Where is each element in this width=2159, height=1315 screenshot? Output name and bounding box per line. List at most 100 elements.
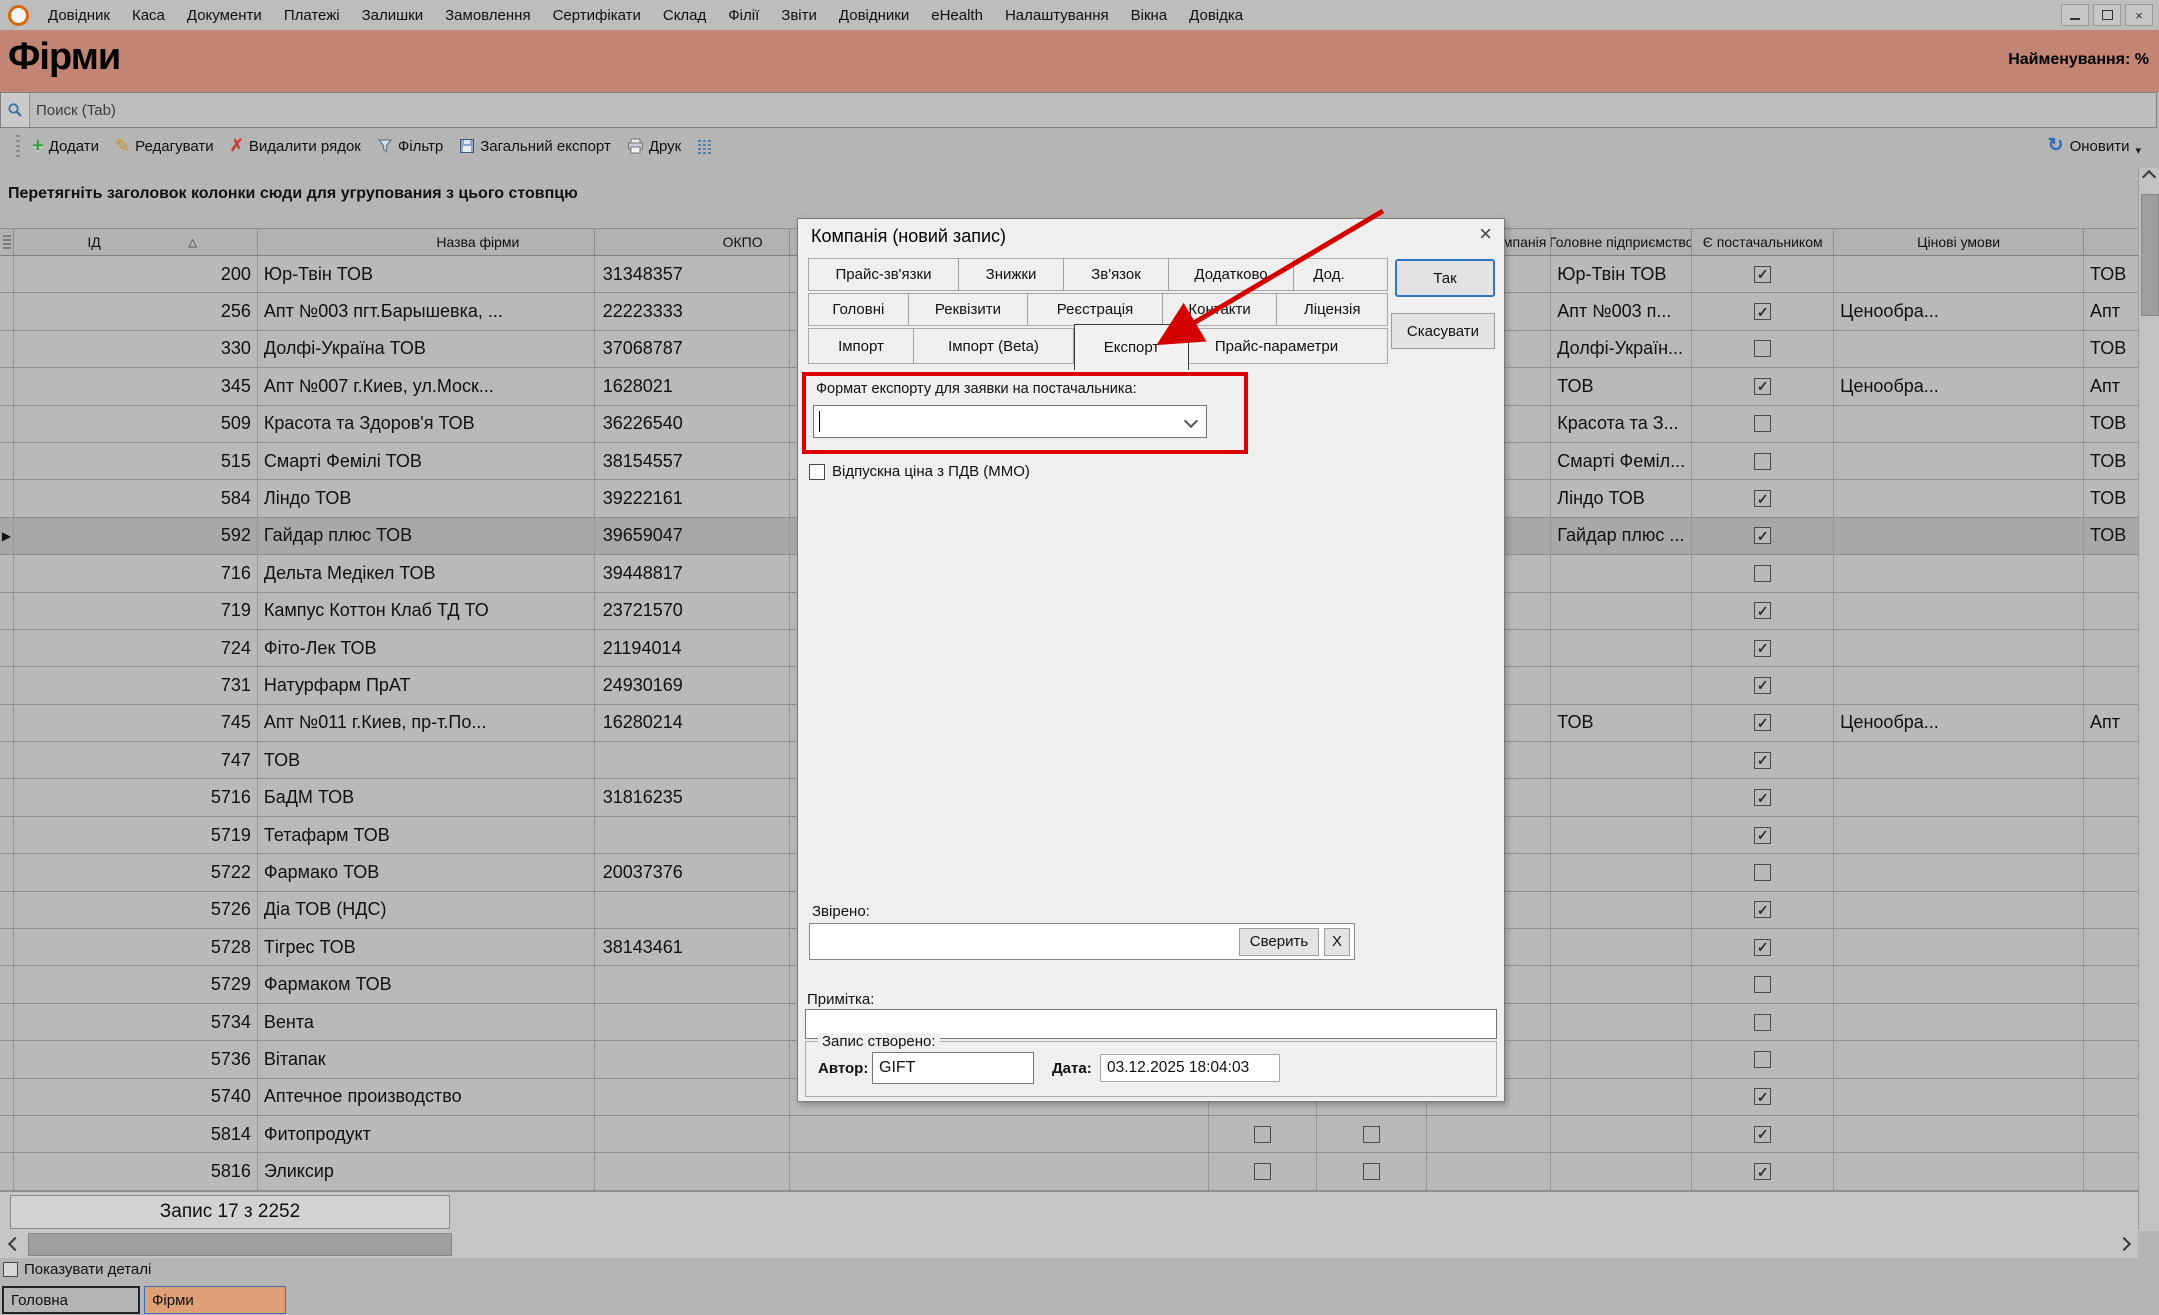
cell-id[interactable]: 584 [14, 480, 258, 517]
cell-parent[interactable]: Юр-Твін ТОВ [1551, 256, 1692, 293]
cell-okpo[interactable]: 38143461 [595, 929, 790, 966]
cell-okpo[interactable]: 38154557 [595, 443, 790, 480]
cell-ind[interactable] [0, 1041, 14, 1078]
dialog-tab-знижки[interactable]: Знижки [959, 259, 1064, 290]
menu-item[interactable]: Довідники [828, 5, 920, 26]
cell-supplier[interactable]: ✓ [1692, 518, 1834, 555]
cell-parent[interactable]: Ліндо ТОВ [1551, 480, 1692, 517]
cell-okpo[interactable]: 36226540 [595, 406, 790, 443]
cell-price_terms[interactable] [1834, 480, 2084, 517]
cell-name[interactable]: Красота та Здоров'я ТОВ [258, 406, 595, 443]
cell-name[interactable]: Аптечное производство [258, 1079, 595, 1116]
column-header-ind[interactable] [0, 228, 14, 256]
cell-parent[interactable] [1551, 854, 1692, 891]
cell-ind[interactable] [0, 817, 14, 854]
search-icon-button[interactable] [1, 93, 30, 127]
cell-name[interactable]: Тетафарм ТОВ [258, 817, 595, 854]
delete-row-button[interactable]: ✗ Видалити рядок [230, 136, 361, 156]
cell-supplier[interactable]: ✓ [1692, 705, 1834, 742]
cell-supplier[interactable]: ✓ [1692, 593, 1834, 630]
cell-price_terms[interactable] [1834, 443, 2084, 480]
cell-parent[interactable]: ТОВ [1551, 368, 1692, 405]
tab-firmy[interactable]: Фірми [144, 1286, 286, 1314]
cell-okpo[interactable] [595, 966, 790, 1003]
cell-checkbox[interactable] [1254, 1163, 1271, 1180]
cell-name[interactable]: Дельта Медікел ТОВ [258, 555, 595, 592]
cell-chk_a[interactable] [1209, 1116, 1317, 1153]
cell-id[interactable]: 745 [14, 705, 258, 742]
cell-parent[interactable]: Смарті Феміл... [1551, 443, 1692, 480]
cell-checkbox[interactable]: ✓ [1754, 1163, 1771, 1180]
ok-button[interactable]: Так [1395, 259, 1495, 297]
cell-supplier[interactable]: ✓ [1692, 293, 1834, 330]
menu-item[interactable]: Філії [717, 5, 770, 26]
cell-okpo[interactable]: 24930169 [595, 667, 790, 704]
cell-price_terms[interactable] [1834, 929, 2084, 966]
cell-okpo[interactable] [595, 892, 790, 929]
cell-okpo[interactable]: 31816235 [595, 779, 790, 816]
cell-id[interactable]: 5726 [14, 892, 258, 929]
refresh-button[interactable]: ↻ Оновити ▾ [2048, 136, 2141, 157]
column-header-okpo[interactable]: ОКПО [595, 228, 790, 256]
cell-name[interactable]: БаДМ ТОВ [258, 779, 595, 816]
cell-id[interactable]: 5728 [14, 929, 258, 966]
cell-ind[interactable] [0, 406, 14, 443]
cell-price_terms[interactable] [1834, 1041, 2084, 1078]
cell-name[interactable]: Фармаком ТОВ [258, 966, 595, 1003]
cancel-button[interactable]: Скасувати [1391, 313, 1495, 349]
column-chooser-button[interactable] [697, 139, 713, 154]
dialog-tab-дод-[interactable]: Дод. [1294, 259, 1364, 290]
cell-name[interactable]: Натурфарм ПрАТ [258, 667, 595, 704]
cell-okpo[interactable]: 23721570 [595, 593, 790, 630]
cell-name[interactable]: Апт №011 г.Киев, пр-т.По... [258, 705, 595, 742]
menu-item[interactable]: Замовлення [434, 5, 541, 26]
cell-id[interactable]: 345 [14, 368, 258, 405]
cell-supplier[interactable]: ✓ [1692, 630, 1834, 667]
cell-name[interactable]: Эликсир [258, 1153, 595, 1190]
cell-hidden1[interactable] [790, 1116, 1210, 1153]
dialog-tab-зв-язок[interactable]: Зв'язок [1064, 259, 1169, 290]
cell-parent[interactable] [1551, 779, 1692, 816]
scroll-right-button[interactable] [2112, 1230, 2138, 1258]
vertical-scroll-thumb[interactable] [2141, 194, 2159, 316]
cell-id[interactable]: 515 [14, 443, 258, 480]
cell-checkbox[interactable] [1754, 1014, 1771, 1031]
cell-price_terms[interactable] [1834, 742, 2084, 779]
cell-parent[interactable] [1551, 892, 1692, 929]
cell-id[interactable]: 256 [14, 293, 258, 330]
cell-id[interactable]: 5814 [14, 1116, 258, 1153]
cell-checkbox[interactable] [1754, 1051, 1771, 1068]
menu-item[interactable]: Звіти [770, 5, 828, 26]
vertical-scrollbar[interactable] [2138, 168, 2159, 1230]
cell-id[interactable]: 724 [14, 630, 258, 667]
cell-parent[interactable]: Гайдар плюс ... [1551, 518, 1692, 555]
dialog-tab-експорт[interactable]: Експорт [1074, 324, 1189, 370]
cell-okpo[interactable]: 39448817 [595, 555, 790, 592]
cell-parent[interactable] [1551, 1041, 1692, 1078]
cell-supplier[interactable] [1692, 966, 1834, 1003]
search-input[interactable]: Поиск (Tab) [30, 102, 116, 119]
cell-okpo[interactable] [595, 1079, 790, 1116]
cell-price_terms[interactable] [1834, 630, 2084, 667]
dialog-tab-прайс-параметри[interactable]: Прайс-параметри [1189, 329, 1364, 363]
cell-parent[interactable] [1551, 929, 1692, 966]
cell-ind[interactable]: ▶ [0, 518, 14, 555]
cell-chk_a[interactable] [1209, 1153, 1317, 1190]
cell-supplier[interactable]: ✓ [1692, 892, 1834, 929]
edit-button[interactable]: ✎ Редагувати [115, 136, 214, 157]
cell-parent[interactable]: Долфі-Україн... [1551, 331, 1692, 368]
cell-ind[interactable] [0, 630, 14, 667]
cell-ind[interactable] [0, 1153, 14, 1190]
cell-checkbox[interactable]: ✓ [1754, 303, 1771, 320]
dialog-tab-реєстрація[interactable]: Реєстрація [1028, 294, 1163, 325]
menu-item[interactable]: Платежі [273, 5, 351, 26]
cell-okpo[interactable] [595, 1153, 790, 1190]
cell-checkbox[interactable]: ✓ [1754, 677, 1771, 694]
verify-button[interactable]: Сверить [1239, 928, 1319, 956]
show-details-checkbox[interactable] [3, 1262, 18, 1277]
cell-price_terms[interactable] [1834, 518, 2084, 555]
menu-item[interactable]: Каса [121, 5, 176, 26]
minimize-button[interactable] [2061, 4, 2089, 26]
horizontal-scroll-thumb[interactable] [28, 1233, 452, 1256]
cell-price_terms[interactable]: Ценообра... [1834, 293, 2084, 330]
